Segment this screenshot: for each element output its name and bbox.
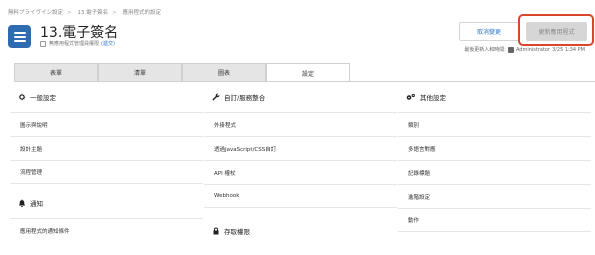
lock-icon (213, 227, 219, 235)
list-item-advanced[interactable]: 進階設定 (398, 184, 591, 208)
app-subtitle: 無應用程式管理員權限 (遞交) (40, 40, 115, 47)
list-item-multilingual[interactable]: 多語言對應 (398, 136, 591, 160)
list-item-record-title[interactable]: 記錄標題 (398, 160, 591, 184)
highlight-box (518, 14, 594, 46)
list-item-webhook[interactable]: Webhook (204, 184, 397, 208)
list-item-category[interactable]: 類別 (398, 112, 591, 136)
last-modified-user[interactable]: Administrator (516, 47, 550, 53)
app-list-icon (8, 25, 31, 48)
section-integration-title: 自訂/服務整合 (224, 94, 266, 102)
column-integration: 自訂/服務整合 外掛程式 透過JavaScript/CSS自訂 API 權杖 W… (204, 82, 397, 246)
tab-form[interactable]: 表單 (14, 63, 98, 81)
breadcrumb-item-home[interactable]: 無料プライヴイン設定 (8, 10, 63, 16)
list-item-api-token[interactable]: API 權杖 (204, 160, 397, 184)
section-notify-header: 通知 (10, 188, 203, 218)
tab-settings[interactable]: 設定 (266, 63, 350, 82)
section-integration-header: 自訂/服務整合 (204, 82, 397, 112)
last-modified-time: 3/25 1:34 PM (552, 46, 585, 53)
list-item-actions[interactable]: 動作 (398, 208, 591, 232)
bell-icon (19, 199, 25, 207)
app-subtitle-link[interactable]: (遞交) (101, 40, 115, 47)
tab-chart[interactable]: 圖表 (182, 63, 266, 81)
column-other: 其他設定 類別 多語言對應 記錄標題 進階設定 動作 (398, 82, 591, 232)
breadcrumb-item-current: 應用程式的設定 (122, 10, 161, 16)
list-item-design-theme[interactable]: 設計主題 (10, 136, 203, 160)
list-item-icon-description[interactable]: 圖示與說明 (10, 112, 203, 136)
column-general: 一般設定 圖示與說明 設計主題 流程管理 通知 應用程式的通知條件 (10, 82, 203, 242)
section-notify-title: 通知 (30, 200, 43, 208)
list-item-process-management[interactable]: 流程管理 (10, 160, 203, 184)
list-item-js-css-customize[interactable]: 透過JavaScript/CSS自訂 (204, 136, 397, 160)
list-item-plugins[interactable]: 外掛程式 (204, 112, 397, 136)
tab-list[interactable]: 清單 (98, 63, 182, 81)
cancel-changes-button[interactable]: 取消變更 (459, 22, 519, 41)
section-general-header: 一般設定 (10, 82, 203, 112)
section-access-title: 存取權限 (224, 228, 250, 236)
edit-icon (40, 40, 46, 47)
breadcrumb-separator: > (67, 10, 72, 16)
app-subtitle-text: 無應用程式管理員權限 (49, 41, 100, 47)
user-icon (507, 46, 514, 53)
breadcrumb-item-app[interactable]: 13.電子簽名 (77, 10, 108, 16)
gear-icon (18, 93, 26, 101)
breadcrumb: 無料プライヴイン設定 > 13.電子簽名 > 應用程式的設定 (8, 8, 165, 16)
section-access-header: 存取權限 (204, 216, 397, 246)
wrench-icon (212, 93, 220, 101)
last-modified-info: 最後更新人和時間: Administrator 3/25 1:34 PM (464, 46, 585, 53)
section-other-header: 其他設定 (398, 82, 591, 112)
gears-icon (406, 93, 415, 100)
list-item-notify-conditions[interactable]: 應用程式的通知條件 (10, 218, 203, 242)
breadcrumb-separator: > (112, 10, 117, 16)
tab-bar: 表單 清單 圖表 設定 (14, 63, 350, 82)
section-general-title: 一般設定 (30, 94, 56, 102)
last-modified-label: 最後更新人和時間: (464, 47, 506, 53)
section-other-title: 其他設定 (420, 94, 446, 102)
page-title: 13.電子簽名 (40, 25, 119, 41)
settings-panel: 一般設定 圖示與說明 設計主題 流程管理 通知 應用程式的通知條件 自訂/服務整… (0, 82, 595, 255)
